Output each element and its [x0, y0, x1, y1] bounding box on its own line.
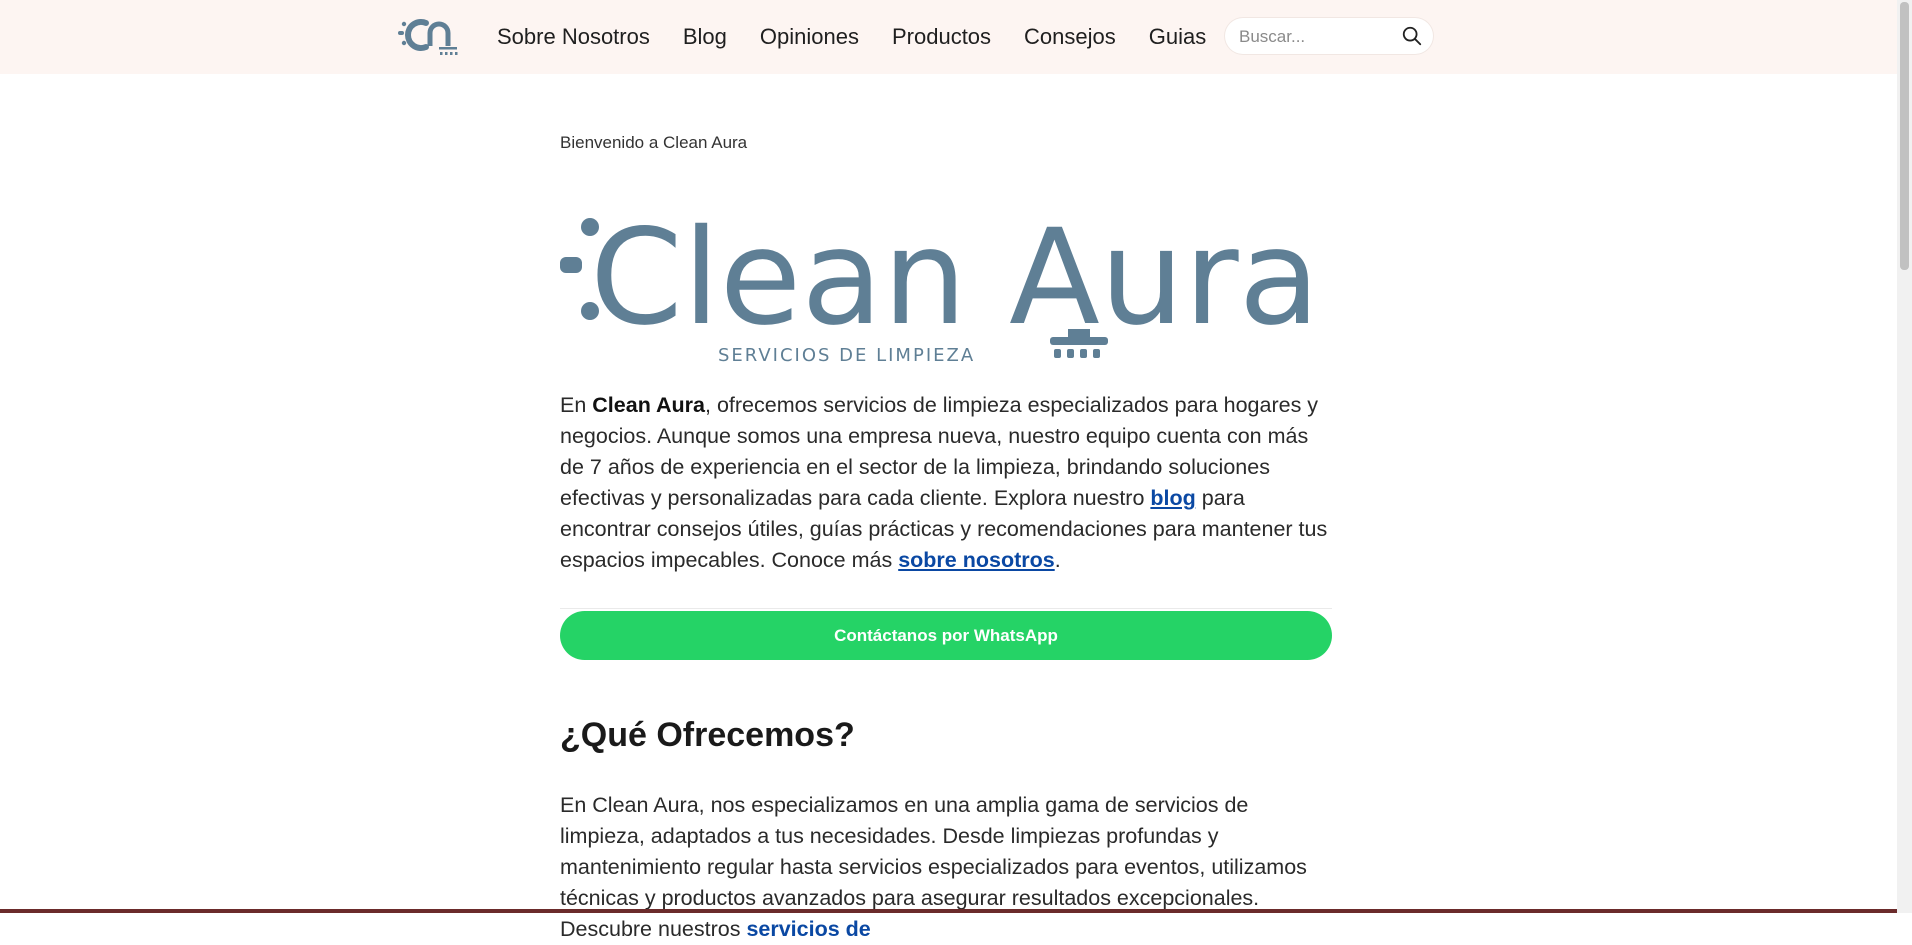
about-us-link[interactable]: sobre nosotros [898, 548, 1055, 572]
search-icon[interactable] [1401, 25, 1423, 47]
offerings-paragraph: En Clean Aura, nos especializamos en una… [560, 790, 1332, 945]
search-box [1225, 18, 1433, 56]
blog-link[interactable]: blog [1150, 486, 1195, 510]
ca-logo-icon[interactable] [396, 13, 462, 59]
intro-paragraph: En Clean Aura, ofrecemos servicios de li… [560, 390, 1332, 576]
nav-item-sobre-nosotros[interactable]: Sobre Nosotros [497, 0, 650, 74]
clean-aura-logo: Clean Aura SERVICIOS DE LIMPIEZA [560, 205, 1320, 365]
scrollbar-thumb[interactable] [1900, 2, 1909, 270]
intro-brand: Clean Aura [592, 393, 705, 417]
vertical-scrollbar[interactable] [1897, 0, 1912, 913]
welcome-text: Bienvenido a Clean Aura [560, 133, 748, 152]
svg-text:Clean Aura: Clean Aura [590, 205, 1320, 355]
nav-item-productos[interactable]: Productos [892, 0, 991, 74]
whatsapp-contact-button[interactable]: Contáctanos por WhatsApp [560, 611, 1332, 660]
offerings-text: En Clean Aura, nos especializamos en una… [560, 793, 1307, 941]
nav-item-guias[interactable]: Guias [1149, 0, 1206, 74]
section-title: ¿Qué Ofrecemos? [560, 716, 855, 754]
nav-item-blog[interactable]: Blog [683, 0, 727, 74]
search-input[interactable] [1237, 18, 1401, 56]
svg-text:SERVICIOS DE LIMPIEZA: SERVICIOS DE LIMPIEZA [718, 345, 975, 365]
site-header: Sobre Nosotros Blog Opiniones Productos … [0, 0, 1897, 74]
services-link[interactable]: servicios de [746, 917, 870, 941]
main-nav: Sobre Nosotros Blog Opiniones Productos … [497, 0, 1239, 74]
bottom-edge [0, 909, 1897, 913]
intro-text-1: En [560, 393, 593, 417]
divider [560, 608, 1332, 609]
nav-item-consejos[interactable]: Consejos [1024, 0, 1116, 74]
intro-text-4: . [1054, 548, 1061, 572]
nav-item-opiniones[interactable]: Opiniones [760, 0, 859, 74]
